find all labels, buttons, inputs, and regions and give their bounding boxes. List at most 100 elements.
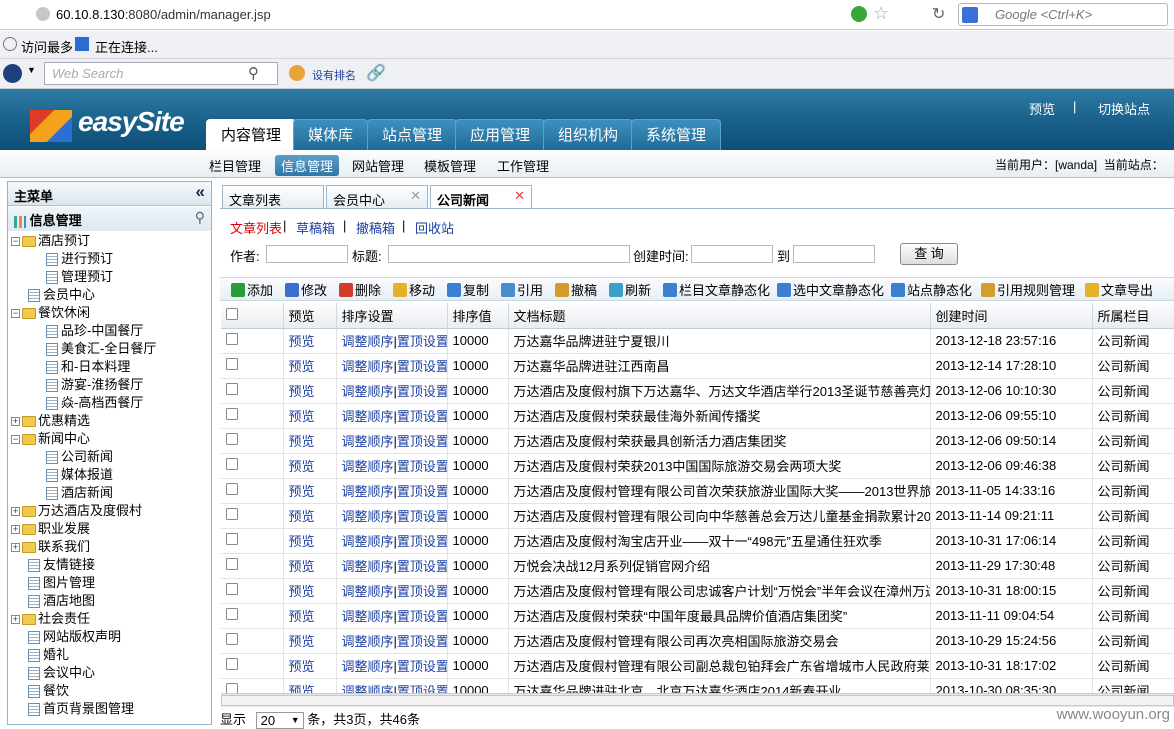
doc-title[interactable]: 万达酒店及度假村管理有限公司副总裁包铂拜会广东省增城市人民政府莱鸡 [514, 659, 930, 674]
subtab-work-management[interactable]: 工作管理 [491, 155, 555, 176]
preview-link[interactable]: 预览 [289, 684, 315, 693]
preview-link[interactable]: 预览 [289, 509, 315, 524]
tree-item[interactable]: + 优惠精选 [11, 412, 90, 430]
column-header[interactable]: 所属栏目 [1092, 303, 1174, 329]
link-icon[interactable]: 🔗 [366, 63, 386, 83]
close-icon[interactable]: ✕ [514, 188, 525, 204]
preview-link[interactable]: 预览 [289, 559, 315, 574]
tree-item[interactable]: − 酒店预订 [11, 232, 90, 250]
row-checkbox[interactable] [226, 658, 238, 670]
tree-item[interactable]: 进行预订 [46, 250, 113, 268]
table-row[interactable]: 预览 调整顺序|置顶设置 10000 万达酒店及度假村荣获最具创新活力酒店集团奖 201… [221, 428, 1174, 454]
doc-title[interactable]: 万达酒店及度假村荣获“中国年度最具品牌价值酒店集团奖” [514, 609, 848, 624]
adjust-order-link[interactable]: 调整顺序 [342, 609, 394, 624]
preview-link[interactable]: 预览 [289, 659, 315, 674]
expand-icon[interactable]: + [11, 507, 20, 517]
doc-title[interactable]: 万达酒店及度假村荣获最佳海外新闻传播奖 [514, 409, 761, 424]
tree-item[interactable]: 美食汇-全日餐厅 [46, 340, 156, 358]
export-button[interactable]: 文章导出 [1085, 280, 1153, 299]
row-checkbox[interactable] [226, 383, 238, 395]
tree-item[interactable]: 品珍-中国餐厅 [46, 322, 143, 340]
preview-link[interactable]: 预览 [289, 384, 315, 399]
collapse-icon[interactable]: « [196, 182, 205, 202]
pin-setting-link[interactable]: 置顶设置 [397, 634, 446, 649]
tree-item[interactable]: 图片管理 [28, 574, 95, 592]
pin-setting-link[interactable]: 置顶设置 [397, 559, 446, 574]
doc-title[interactable]: 万达酒店及度假村淘宝店开业——双十一“498元”五星通住狂欢季 [514, 534, 882, 549]
table-row[interactable]: 预览 调整顺序|置顶设置 10000 万达酒店及度假村旗下万达嘉华、万达文华酒店举行2… [221, 378, 1174, 404]
bookmark-most-visited[interactable]: 访问最多 [21, 37, 73, 56]
column-header[interactable] [221, 303, 284, 329]
filter-drafts[interactable]: 草稿箱 [296, 218, 335, 237]
tree-item[interactable]: + 联系我们 [11, 538, 90, 556]
adjust-order-link[interactable]: 调整顺序 [342, 359, 394, 374]
table-row[interactable]: 预览 调整顺序|置顶设置 10000 万达酒店及度假村管理有限公司副总裁包铂拜会广东省… [221, 653, 1174, 679]
search-box[interactable]: Google <Ctrl+K> [958, 3, 1168, 26]
doc-title[interactable]: 万达酒店及度假村管理有限公司首次荣获旅游业国际大奖——2013世界旅游交 [514, 484, 930, 499]
pin-setting-link[interactable]: 置顶设置 [397, 359, 446, 374]
reload-icon[interactable]: ↻ [932, 4, 945, 24]
search-icon[interactable]: ⚲ [248, 64, 259, 82]
edit-button[interactable]: 修改 [285, 280, 327, 299]
tree-item[interactable]: 餐饮 [28, 682, 69, 700]
go-arrow-icon[interactable] [851, 6, 867, 22]
pin-setting-link[interactable]: 置顶设置 [397, 384, 446, 399]
row-checkbox[interactable] [226, 583, 238, 595]
table-row[interactable]: 预览 调整顺序|置顶设置 10000 万达酒店及度假村荣获最佳海外新闻传播奖 2013-… [221, 403, 1174, 429]
selected-static-button[interactable]: 选中文章静态化 [777, 280, 884, 299]
adjust-order-link[interactable]: 调整顺序 [342, 509, 394, 524]
collapse-icon[interactable]: − [11, 435, 20, 445]
header-link-switch-site[interactable]: 切换站点 [1098, 99, 1150, 118]
preview-link[interactable]: 预览 [289, 634, 315, 649]
doc-title[interactable]: 万达酒店及度假村管理有限公司再次亮相国际旅游交易会 [514, 634, 839, 649]
adjust-order-link[interactable]: 调整顺序 [342, 484, 394, 499]
select-all-checkbox[interactable] [226, 307, 238, 320]
copy-button[interactable]: 复制 [447, 280, 489, 299]
row-checkbox[interactable] [226, 558, 238, 570]
page-size-select[interactable]: 20 ▼ [255, 712, 304, 729]
add-button[interactable]: 添加 [231, 280, 273, 299]
column-header[interactable]: 文档标题 [508, 303, 931, 329]
preview-link[interactable]: 预览 [289, 584, 315, 599]
collapse-icon[interactable]: − [11, 309, 20, 319]
tab-company-news[interactable]: 公司新闻 ✕ [430, 185, 532, 209]
preview-link[interactable]: 预览 [289, 409, 315, 424]
tree-item[interactable]: − 新闻中心 [11, 430, 90, 448]
subtab-column-management[interactable]: 栏目管理 [203, 155, 267, 176]
tree-item[interactable]: 会议中心 [28, 664, 95, 682]
subtab-template-management[interactable]: 模板管理 [418, 155, 482, 176]
date-from-input[interactable] [691, 245, 773, 263]
table-row[interactable]: 预览 调整顺序|置顶设置 10000 万达酒店及度假村管理有限公司向中华慈善总会万达儿… [221, 503, 1174, 529]
row-checkbox[interactable] [226, 358, 238, 370]
table-row[interactable]: 预览 调整顺序|置顶设置 10000 万达嘉华品牌进驻江西南昌 2013-12-14 1… [221, 353, 1174, 379]
rank-link[interactable]: 设有排名 [312, 67, 356, 83]
tab-member-center[interactable]: 会员中心 ✕ [326, 185, 428, 209]
header-link-preview[interactable]: 预览 [1029, 99, 1055, 118]
doc-title[interactable]: 万达酒店及度假村管理有限公司向中华慈善总会万达儿童基金捐款累计200万元 [514, 509, 930, 524]
pin-setting-link[interactable]: 置顶设置 [397, 684, 446, 693]
withdraw-button[interactable]: 撤稿 [555, 280, 597, 299]
tree-item[interactable]: + 万达酒店及度假村 [11, 502, 142, 520]
adjust-order-link[interactable]: 调整顺序 [342, 534, 394, 549]
tab-organization[interactable]: 组织机构 [543, 119, 634, 150]
scroll-thumb[interactable] [221, 695, 1174, 706]
doc-title[interactable]: 万达酒店及度假村管理有限公司忠诚客户计划“万悦会”半年会议在漳州万达嘉华 [514, 584, 930, 599]
bookmark-connecting[interactable]: 正在连接... [95, 37, 158, 56]
site-static-button[interactable]: 站点静态化 [891, 280, 972, 299]
reference-rule-button[interactable]: 引用规则管理 [981, 280, 1075, 299]
query-button[interactable]: 查 询 [900, 243, 958, 265]
pin-setting-link[interactable]: 置顶设置 [397, 584, 446, 599]
doc-title[interactable]: 万达酒店及度假村荣获2013中国国际旅游交易会两项大奖 [514, 459, 842, 474]
adjust-order-link[interactable]: 调整顺序 [342, 684, 394, 693]
adjust-order-link[interactable]: 调整顺序 [342, 384, 394, 399]
adjust-order-link[interactable]: 调整顺序 [342, 434, 394, 449]
adjust-order-link[interactable]: 调整顺序 [342, 409, 394, 424]
tab-site-management[interactable]: 站点管理 [367, 119, 458, 150]
row-checkbox[interactable] [226, 683, 238, 693]
tree-item[interactable]: 焱-高档西餐厅 [46, 394, 143, 412]
delete-button[interactable]: 删除 [339, 280, 381, 299]
tab-content-management[interactable]: 内容管理 [206, 119, 297, 150]
doc-title[interactable]: 万达嘉华品牌进驻北京，北京万达嘉华酒店2014新春开业 [514, 684, 842, 693]
table-row[interactable]: 预览 调整顺序|置顶设置 10000 万达酒店及度假村荣获2013中国国际旅游交易会两… [221, 453, 1174, 479]
tree-item[interactable]: + 社会责任 [11, 610, 90, 628]
